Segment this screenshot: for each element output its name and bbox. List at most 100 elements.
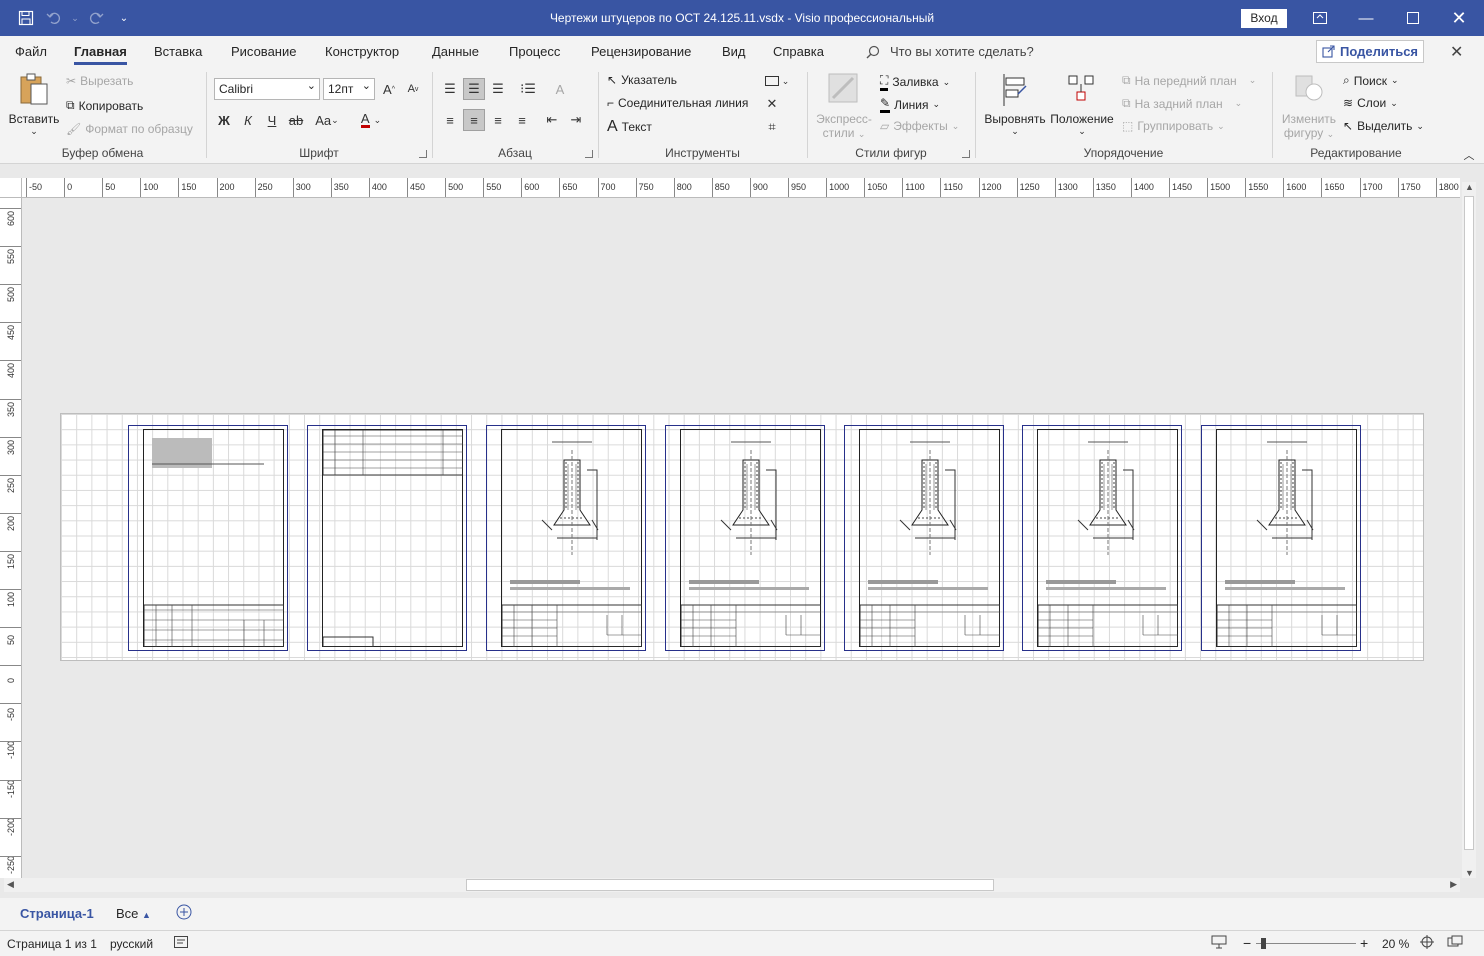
drawing-sheet-2[interactable]: [307, 425, 467, 651]
tab-review[interactable]: Рецензирование: [591, 44, 691, 59]
minimize-icon[interactable]: —: [1343, 0, 1389, 36]
font-family-dropdown[interactable]: Calibri: [214, 78, 320, 100]
font-dialog-launcher[interactable]: [419, 150, 427, 158]
drawing-sheet-7[interactable]: [1201, 425, 1361, 651]
bold-button[interactable]: Ж: [213, 109, 235, 131]
tab-data[interactable]: Данные: [432, 44, 479, 59]
zoom-out-icon[interactable]: −: [1243, 935, 1251, 951]
tab-design[interactable]: Конструктор: [325, 44, 399, 59]
ribbon-display-options-icon[interactable]: [1297, 0, 1343, 36]
paragraph-dialog-launcher[interactable]: [585, 150, 593, 158]
macro-recording-icon[interactable]: [174, 936, 188, 951]
paste-button[interactable]: Вставить ⌄: [6, 72, 62, 137]
fill-button[interactable]: ⛶ Заливка ⌄: [880, 73, 950, 91]
ruler-label: 950: [791, 182, 807, 192]
delete-connector-icon[interactable]: ✕: [761, 93, 783, 115]
bring-to-front-button[interactable]: ⧉ На передний план ⌄: [1122, 73, 1256, 88]
zoom-in-icon[interactable]: +: [1360, 935, 1368, 951]
cut-button[interactable]: ✂ Вырезать: [66, 74, 133, 88]
pan-zoom-icon[interactable]: [1420, 935, 1434, 952]
tab-home[interactable]: Главная: [74, 44, 127, 65]
switch-windows-icon[interactable]: [1447, 935, 1463, 952]
zoom-level[interactable]: 20 %: [1382, 937, 1409, 951]
maximize-icon[interactable]: [1390, 0, 1436, 36]
bullets-icon[interactable]: ⁝☰: [517, 78, 539, 100]
font-size-dropdown[interactable]: 12пт: [323, 78, 375, 100]
scroll-right-icon[interactable]: ▶: [1450, 879, 1457, 890]
ruler-label: -200: [6, 817, 16, 836]
tab-draw[interactable]: Рисование: [231, 44, 296, 59]
align-right-icon[interactable]: ≡: [487, 109, 509, 131]
shape-styles-dialog-launcher[interactable]: [962, 150, 970, 158]
sign-in-button[interactable]: Вход: [1241, 9, 1287, 28]
text-tool-button[interactable]: A Текст: [607, 118, 652, 136]
send-to-back-button[interactable]: ⧉ На задний план ⌄: [1122, 96, 1242, 111]
pointer-tool-button[interactable]: ↖ Указатель: [607, 73, 677, 87]
align-button[interactable]: Выровнять ⌄: [984, 72, 1046, 137]
select-button[interactable]: ↖ Выделить ⌄: [1343, 119, 1424, 133]
connection-point-icon[interactable]: ⌗: [761, 116, 783, 138]
change-shape-button[interactable]: Изменить фигуру ⌄: [1277, 72, 1341, 140]
align-middle-icon[interactable]: ☰: [463, 78, 485, 100]
all-pages-button[interactable]: Все ▲: [116, 906, 151, 921]
decrease-indent-icon[interactable]: ⇤: [541, 109, 563, 131]
drawing-sheet-1[interactable]: [128, 425, 288, 651]
close-icon[interactable]: ✕: [1450, 42, 1463, 62]
scroll-up-icon[interactable]: ▲: [1465, 182, 1474, 192]
pointer-label: Указатель: [621, 73, 678, 87]
tab-process[interactable]: Процесс: [509, 44, 560, 59]
layers-button[interactable]: ≋ Слои ⌄: [1343, 96, 1398, 110]
scroll-down-icon[interactable]: ▼: [1465, 868, 1474, 878]
align-center-icon[interactable]: ≡: [463, 109, 485, 131]
position-button[interactable]: Положение ⌄: [1048, 72, 1116, 137]
underline-button[interactable]: Ч: [261, 109, 283, 131]
drawing-sheet-6[interactable]: [1022, 425, 1182, 651]
drawing-page[interactable]: [60, 413, 1424, 661]
italic-button[interactable]: К: [237, 109, 259, 131]
effects-button[interactable]: ▱ Эффекты ⌄: [880, 119, 959, 133]
connector-tool-button[interactable]: ⌐ Соединительная линия: [607, 96, 748, 110]
copy-button[interactable]: ⧉ Копировать: [66, 98, 143, 113]
quick-styles-button[interactable]: Экспресс- стили ⌄: [814, 72, 874, 140]
ruler-tick: [0, 550, 21, 552]
tab-help[interactable]: Справка: [773, 44, 824, 59]
justify-icon[interactable]: ≡: [511, 109, 533, 131]
tab-view[interactable]: Вид: [722, 44, 746, 59]
line-button[interactable]: ✎ Линия ⌄: [880, 96, 940, 113]
increase-font-icon[interactable]: A ^: [378, 78, 400, 100]
text-direction-icon[interactable]: A: [549, 78, 571, 100]
horizontal-scroll-thumb[interactable]: [466, 879, 994, 891]
find-button[interactable]: ⌕ Поиск ⌄: [1343, 73, 1399, 88]
vertical-scroll-thumb[interactable]: [1464, 196, 1474, 850]
drawing-sheet-5[interactable]: [844, 425, 1004, 651]
horizontal-scrollbar[interactable]: ◀ ▶: [4, 878, 1460, 892]
drawing-sheet-3[interactable]: [486, 425, 646, 651]
presentation-mode-icon[interactable]: [1211, 935, 1227, 952]
add-page-icon[interactable]: [176, 904, 192, 923]
group-button[interactable]: ⬚ Группировать ⌄: [1122, 119, 1225, 133]
zoom-slider-thumb[interactable]: [1261, 938, 1266, 949]
vertical-scrollbar[interactable]: ▲ ▼: [1462, 182, 1476, 878]
tell-me-search[interactable]: Что вы хотите сделать?: [866, 44, 1034, 59]
drawing-sheet-4[interactable]: [665, 425, 825, 651]
increase-indent-icon[interactable]: ⇥: [565, 109, 587, 131]
align-left-icon[interactable]: ≡: [439, 109, 461, 131]
font-color-button[interactable]: A ⌄: [355, 109, 387, 131]
tab-file[interactable]: Файл: [15, 44, 47, 59]
decrease-font-icon[interactable]: Av: [402, 78, 424, 100]
collapse-ribbon-icon[interactable]: ︿: [1458, 144, 1480, 166]
layers-label: Слои: [1357, 96, 1387, 110]
close-window-icon[interactable]: ✕: [1436, 0, 1482, 36]
tab-insert[interactable]: Вставка: [154, 44, 202, 59]
page-tab-1[interactable]: Страница-1: [20, 906, 94, 921]
strikethrough-button[interactable]: ab: [285, 109, 307, 131]
format-painter-button[interactable]: 🖌 Формат по образцу: [66, 122, 193, 136]
drawing-canvas[interactable]: -50 0 50 100 150 200 250 300 350 400 450 500 550 600 6…: [0, 164, 1484, 904]
zoom-slider[interactable]: [1256, 943, 1356, 944]
scroll-left-icon[interactable]: ◀: [7, 879, 14, 890]
rectangle-shape-icon[interactable]: ⌄: [761, 70, 793, 92]
align-top-icon[interactable]: ☰: [439, 78, 461, 100]
share-button[interactable]: Поделиться: [1316, 40, 1424, 63]
change-case-button[interactable]: Aa ⌄: [311, 109, 343, 131]
align-bottom-icon[interactable]: ☰: [487, 78, 509, 100]
